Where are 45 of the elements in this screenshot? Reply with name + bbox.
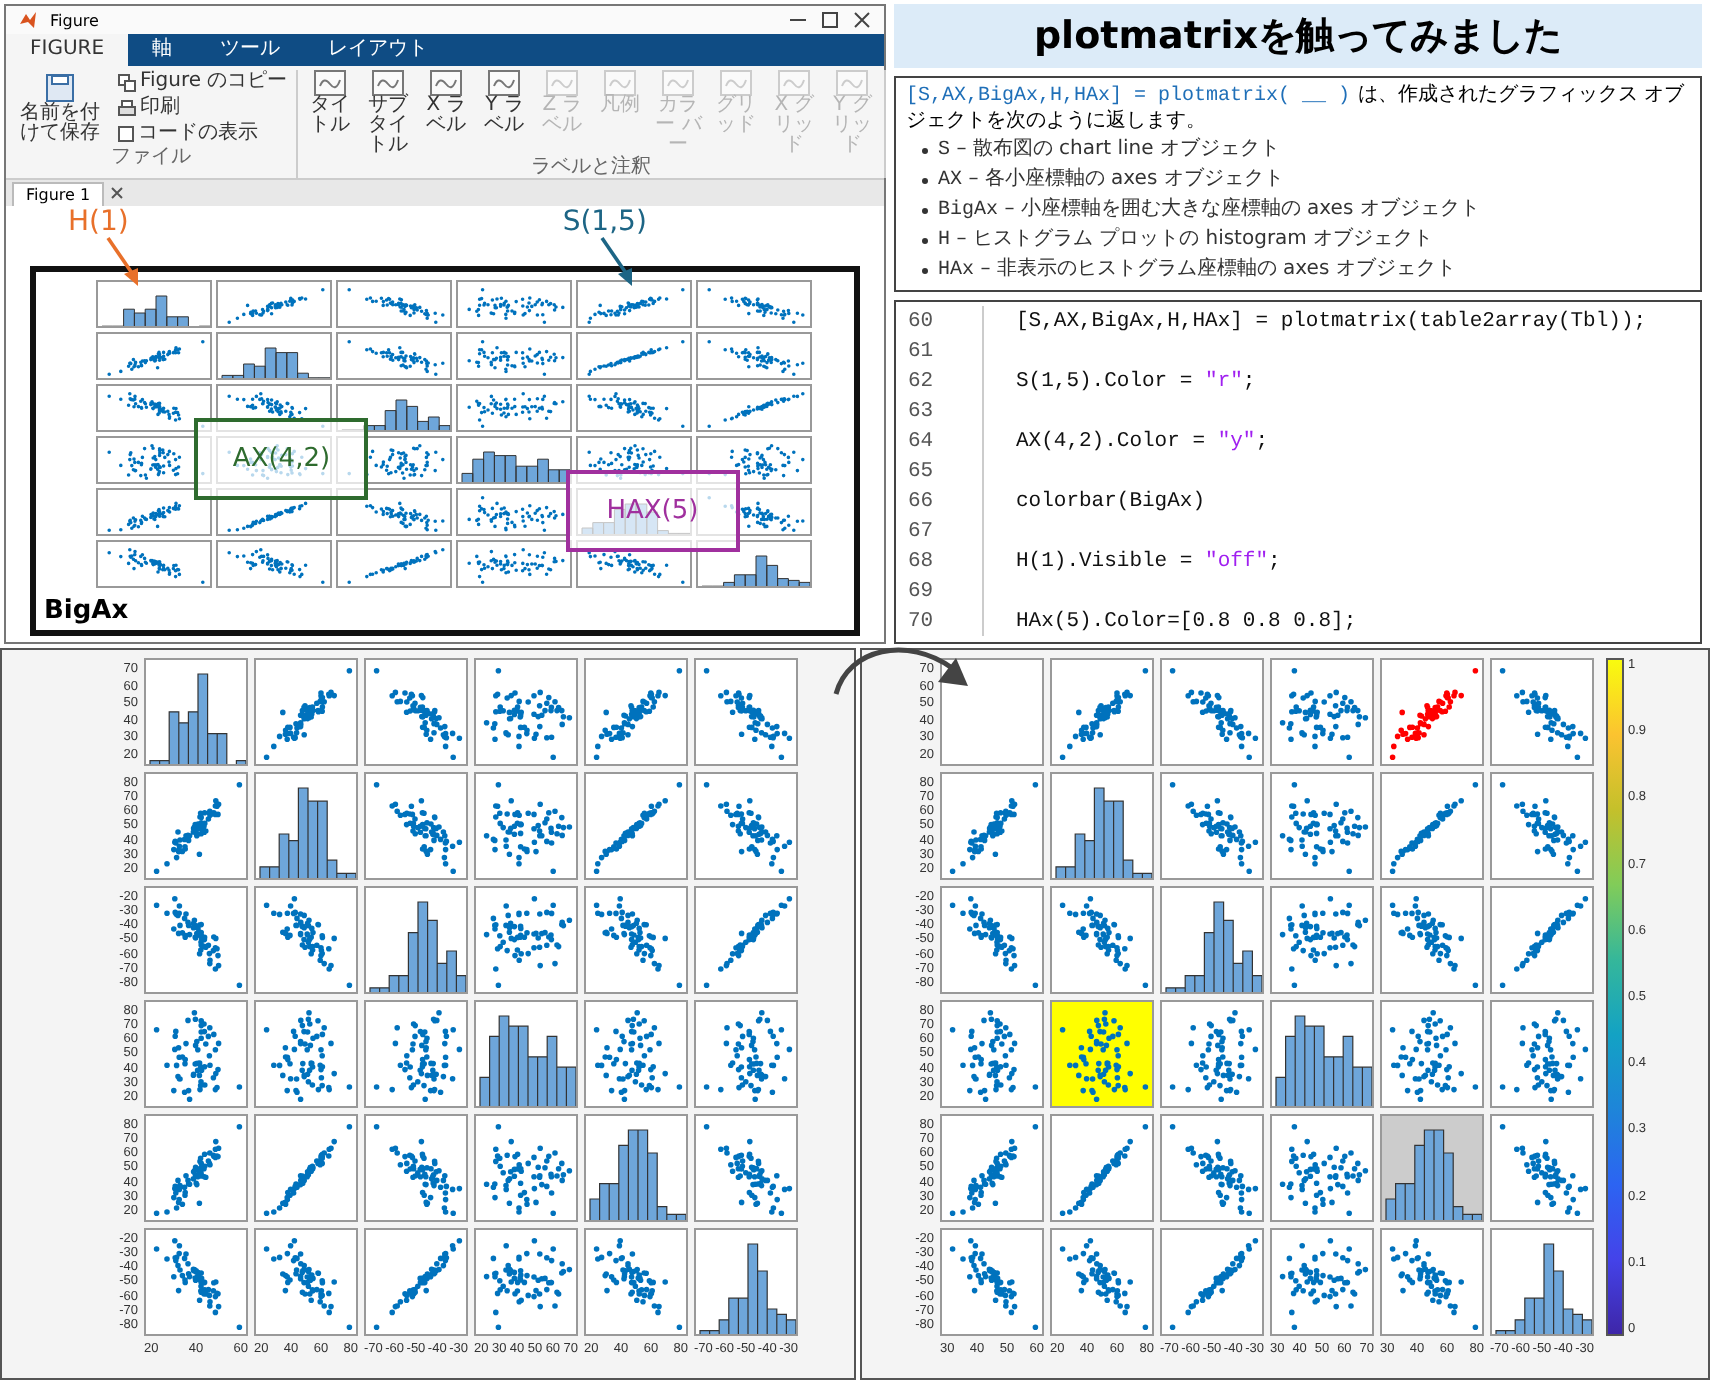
list-item-text: S – 散布図の chart line オブジェクト	[938, 138, 1280, 164]
description-text: [S,AX,BigAx,H,HAx] = plotmatrix( __ ) は、作成されたグラフィックス オブジェクトを次のように返します。	[906, 84, 1687, 134]
annotation-box: AX(4,2)	[194, 418, 369, 501]
list-item-text: HAx – 非表示のヒストグラム座標軸の axes オブジェクト	[938, 258, 1456, 284]
line-number: 69	[896, 576, 984, 606]
line-number: 62	[896, 366, 984, 396]
line-number: 70	[896, 606, 984, 636]
code-line: S(1,5).Color = "r";	[1016, 369, 1256, 393]
line-number: 63	[896, 396, 984, 426]
line-number: 65	[896, 456, 984, 486]
ribbon-tab[interactable]: ツール	[196, 34, 305, 66]
annotation-box: HAX(5)	[565, 469, 740, 553]
document-tab[interactable]: Figure 1	[12, 181, 105, 205]
line-number: 61	[896, 336, 984, 366]
toolbar-button[interactable]: 印刷	[114, 96, 292, 120]
line-number: 67	[896, 516, 984, 546]
line-number: 68	[896, 546, 984, 576]
group-label: ファイル	[110, 146, 191, 168]
toolbar-button[interactable]: Y ラベル	[477, 70, 532, 136]
code-line: H(1).Visible = "off";	[1016, 549, 1281, 573]
toolbar-button[interactable]: X ラベル	[419, 70, 474, 136]
code-line: HAx(5).Color=[0.8 0.8 0.8];	[1016, 609, 1357, 633]
code-line: [S,AX,BigAx,H,HAx] = plotmatrix(table2array(Tbl));	[1016, 309, 1647, 333]
code-line: colorbar(BigAx)	[1016, 489, 1206, 513]
ribbon-tab[interactable]: FIGURE	[6, 34, 129, 66]
list-item-text: BigAx – 小座標軸を囲む大きな座標軸の axes オブジェクト	[938, 198, 1480, 224]
line-number: 60	[896, 306, 984, 336]
line-number: 66	[896, 486, 984, 516]
list-item-text: H – ヒストグラム プロットの histogram オブジェクト	[938, 228, 1434, 254]
window-title: Figure	[50, 11, 99, 29]
frame-label: BigAx	[44, 596, 131, 626]
annotation-label: S(1,5)	[562, 206, 647, 238]
ribbon-tab[interactable]: 軸	[128, 34, 197, 66]
toolbar-button[interactable]: Figure のコピー	[114, 70, 292, 94]
group-label: ラベルと注釈	[531, 156, 652, 178]
annotation-label: H(1)	[68, 206, 129, 238]
show-code-checkbox[interactable]: コードの表示	[114, 122, 292, 146]
page-heading: plotmatrixを触ってみました	[894, 4, 1702, 68]
line-number: 64	[896, 426, 984, 456]
toolbar-button[interactable]: サブタイトル	[361, 70, 416, 156]
toolbar-button[interactable]: タイトル	[303, 70, 358, 136]
save-as-button[interactable]: 名前を付けて保存	[10, 70, 110, 146]
ribbon-tab[interactable]: レイアウト	[304, 34, 453, 66]
list-item-text: AX – 各小座標軸の axes オブジェクト	[938, 168, 1284, 194]
code-line: AX(4,2).Color = "y";	[1016, 429, 1269, 453]
